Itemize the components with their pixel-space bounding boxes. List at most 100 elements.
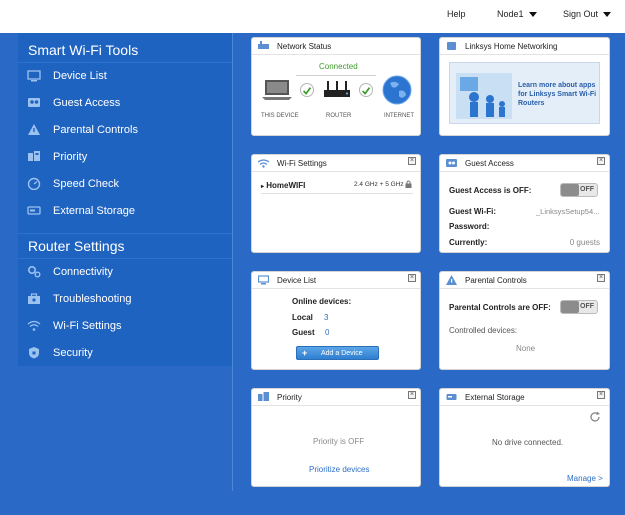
close-icon[interactable]: × (408, 157, 416, 165)
add-device-button[interactable]: + Add a Device (296, 346, 379, 360)
card-header: Wi-Fi Settings × (252, 155, 420, 172)
network-name: HomeWIFI (266, 181, 306, 190)
parental-controls-toggle[interactable]: OFF (560, 300, 598, 314)
sidebar-item-label: External Storage (53, 205, 135, 217)
gauge-icon (27, 177, 41, 190)
toggle-label: OFF (580, 186, 594, 193)
top-bar: Help Node1 Sign Out (0, 0, 625, 33)
sidebar-item-parental-controls[interactable]: Parental Controls (18, 117, 232, 143)
prioritize-devices-link[interactable]: Prioritize devices (309, 465, 369, 474)
close-icon[interactable]: × (597, 157, 605, 165)
sidebar-item-label: Speed Check (53, 178, 120, 190)
router-label: ROUTER (326, 113, 352, 119)
warning-icon (446, 275, 457, 285)
sidebar-item-connectivity[interactable]: Connectivity (18, 259, 232, 285)
this-device-label: THIS DEVICE (261, 113, 299, 119)
guest-count-link[interactable]: 0 (325, 328, 329, 337)
local-label: Local (292, 313, 313, 322)
parental-controls-card: Parental Controls × Parental Controls ar… (439, 271, 610, 370)
external-storage-card: External Storage × No drive connected. M… (439, 388, 610, 487)
promo-banner[interactable]: Learn more about apps for Linksys Smart … (449, 62, 600, 124)
sign-out-label: Sign Out (563, 9, 599, 19)
sidebar-item-external-storage[interactable]: External Storage (18, 198, 232, 224)
divider (232, 33, 233, 491)
guest-count: 0 guests (569, 238, 600, 247)
guest-wifi-label: Guest Wi-Fi: (449, 207, 497, 216)
sidebar-item-device-list[interactable]: Device List (18, 63, 232, 89)
node-label: Node1 (497, 9, 524, 19)
password-label: Password: (449, 222, 490, 231)
sidebar-item-guest-access[interactable]: Guest Access (18, 90, 232, 116)
local-count-link[interactable]: 3 (324, 313, 328, 322)
network-icon (258, 41, 269, 49)
close-icon[interactable]: × (597, 274, 605, 282)
manage-storage-link[interactable]: Manage > (567, 474, 603, 483)
card-header: Linksys Home Networking (440, 38, 609, 55)
home-icon (447, 42, 456, 50)
wifi-icon (27, 320, 41, 331)
priority-icon (258, 392, 269, 401)
wifi-settings-card: Wi-Fi Settings × ▸ HomeWIFI 2.4 GHz + 5 … (251, 154, 421, 253)
expand-arrow-icon: ▸ (261, 184, 265, 190)
priority-card: Priority × Priority is OFF Prioritize de… (251, 388, 421, 487)
router-icon (324, 81, 350, 97)
chevron-down-icon (603, 11, 612, 17)
card-header: Device List × (252, 272, 420, 289)
warning-icon (28, 124, 40, 135)
divider (261, 193, 413, 194)
card-header: Guest Access × (440, 155, 609, 172)
plus-icon: + (302, 348, 308, 358)
family-illustration (456, 73, 512, 119)
toggle-knob (561, 184, 579, 196)
close-icon[interactable]: × (597, 391, 605, 399)
sidebar-item-wifi-settings[interactable]: Wi-Fi Settings (18, 313, 232, 339)
card-title: Priority (277, 393, 302, 402)
card-title: External Storage (465, 393, 525, 402)
linksys-home-card: Linksys Home Networking Learn more about… (439, 37, 610, 136)
sidebar-item-label: Troubleshooting (53, 293, 132, 305)
globe-icon (382, 75, 412, 105)
storage-status: No drive connected. (492, 438, 564, 447)
wifi-network-row[interactable]: ▸ HomeWIFI (261, 181, 305, 190)
refresh-icon[interactable] (589, 411, 601, 423)
promo-text: Learn more about apps for Linksys Smart … (518, 82, 597, 107)
toggle-label: OFF (580, 303, 594, 310)
card-title: Parental Controls (465, 276, 527, 285)
card-title: Wi-Fi Settings (277, 159, 327, 168)
tools-heading: Smart Wi-Fi Tools (28, 42, 139, 58)
sidebar-item-label: Guest Access (53, 97, 121, 109)
sidebar-item-priority[interactable]: Priority (18, 144, 232, 170)
node-menu[interactable]: Node1 (497, 9, 537, 19)
divider (296, 75, 376, 76)
help-link[interactable]: Help (447, 9, 466, 19)
shield-icon (29, 347, 39, 359)
divider (18, 233, 232, 234)
card-title: Linksys Home Networking (465, 42, 558, 51)
card-header: Parental Controls × (440, 272, 609, 289)
card-title: Network Status (277, 42, 332, 51)
internet-label: INTERNET (384, 113, 414, 119)
guest-icon (28, 98, 40, 107)
card-header: Network Status (252, 38, 420, 55)
connection-status: Connected (319, 62, 358, 71)
storage-icon (27, 206, 41, 215)
sidebar-item-label: Priority (53, 151, 88, 163)
guest-label: Guest (292, 328, 315, 337)
sidebar-item-label: Parental Controls (53, 124, 138, 136)
guest-access-toggle[interactable]: OFF (560, 183, 598, 197)
check-icon (300, 83, 314, 97)
sidebar-item-speed-check[interactable]: Speed Check (18, 171, 232, 197)
network-status-card: Network Status Connected THIS DEVICE ROU… (251, 37, 421, 136)
priority-icon (28, 151, 40, 161)
sidebar-item-security[interactable]: Security (18, 340, 232, 366)
guest-status-label: Guest Access is OFF: (449, 186, 532, 195)
guest-wifi-value: _LinksysSetup54... (536, 207, 600, 216)
close-icon[interactable]: × (408, 391, 416, 399)
sign-out-menu[interactable]: Sign Out (563, 9, 612, 19)
close-icon[interactable]: × (408, 274, 416, 282)
laptop-icon (262, 80, 292, 100)
online-devices-label: Online devices: (292, 297, 352, 306)
sidebar-item-label: Connectivity (53, 266, 113, 278)
guest-icon (446, 159, 457, 167)
sidebar-item-troubleshooting[interactable]: Troubleshooting (18, 286, 232, 312)
